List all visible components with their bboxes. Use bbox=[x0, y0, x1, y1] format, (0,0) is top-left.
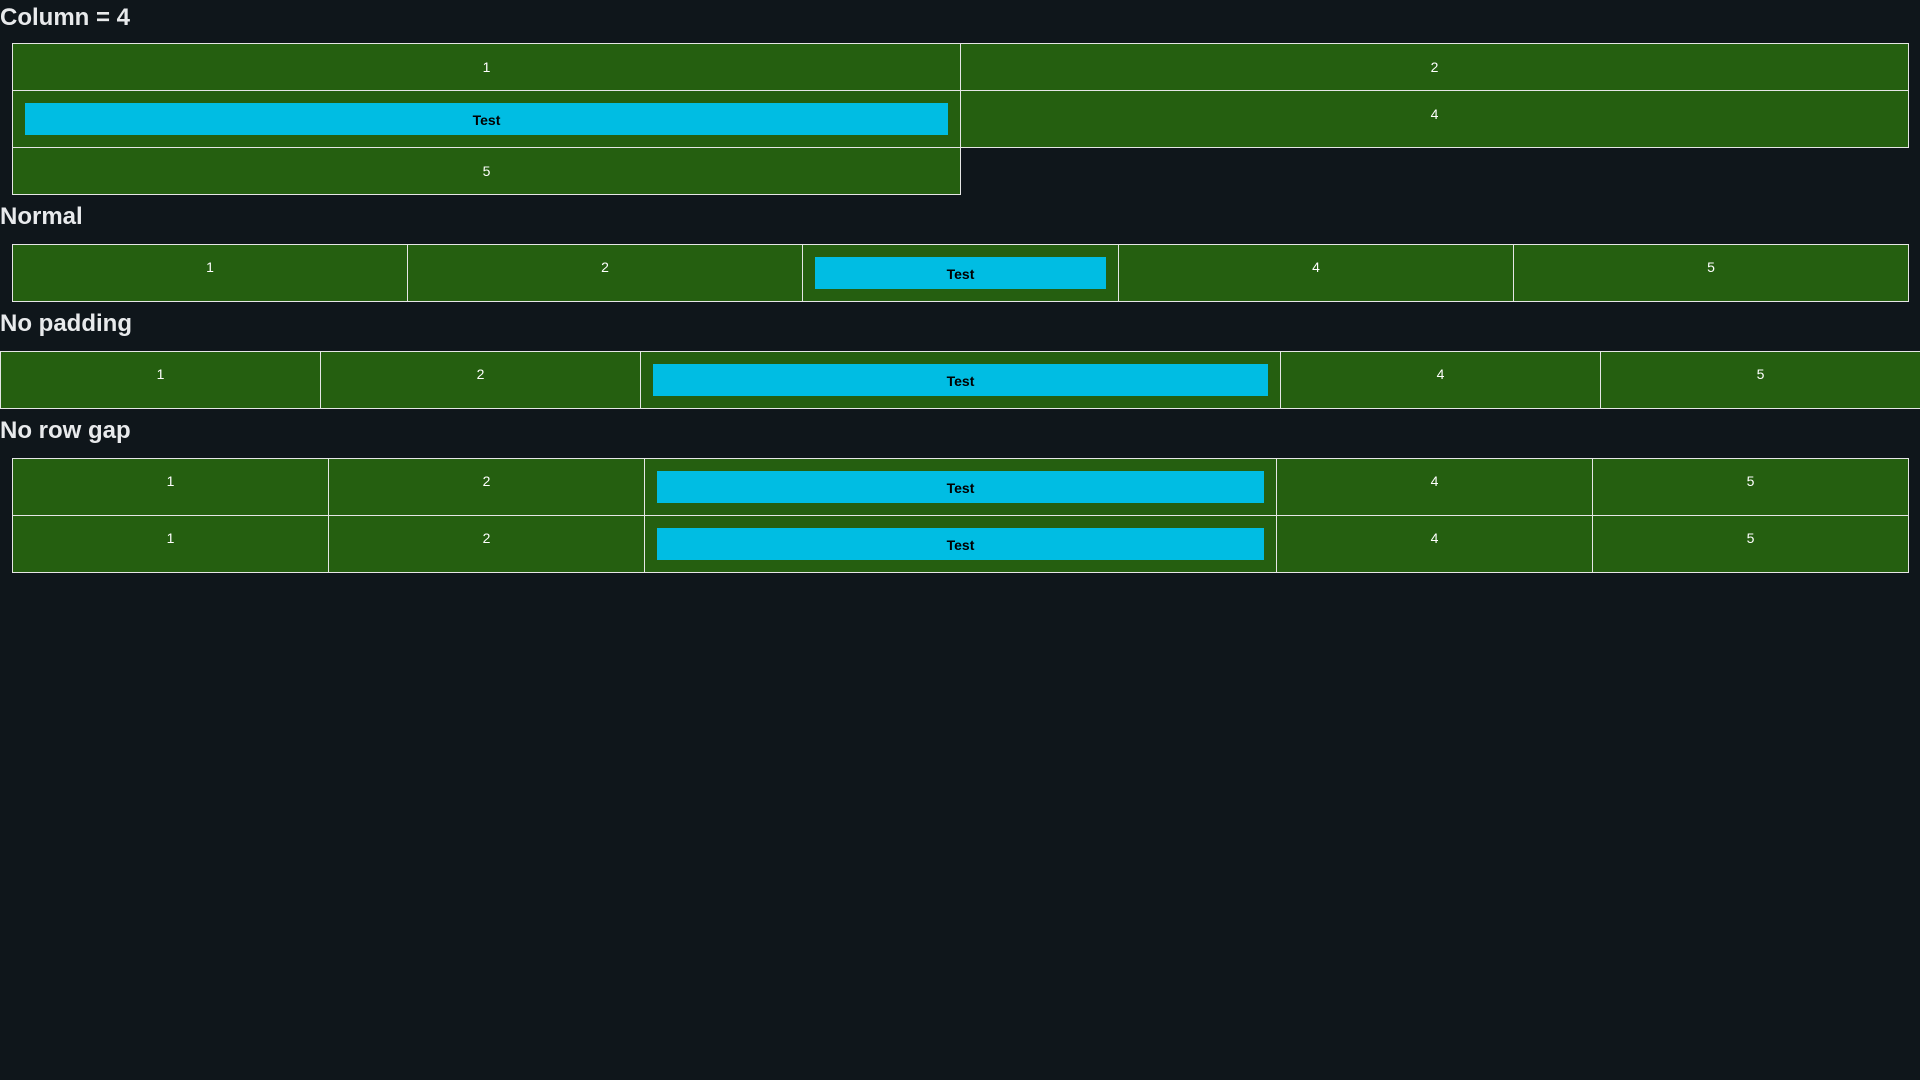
grid-cell: Test bbox=[802, 244, 1119, 302]
grid-column-4: 1 2 Test 4 5 bbox=[12, 43, 1909, 195]
grid-cell: 1 bbox=[12, 515, 329, 573]
grid-cell: 1 bbox=[12, 244, 408, 302]
grid-cell: 2 bbox=[328, 515, 645, 573]
section-title-column-4: Column = 4 bbox=[0, 4, 131, 31]
grid-cell: 1 bbox=[12, 458, 329, 516]
grid-cell: 4 bbox=[960, 90, 1909, 148]
grid-cell: Test bbox=[12, 90, 961, 148]
grid-cell: 2 bbox=[328, 458, 645, 516]
grid-cell: 2 bbox=[407, 244, 803, 302]
test-button[interactable]: Test bbox=[657, 471, 1264, 503]
grid-normal: 1 2 Test 4 5 bbox=[12, 244, 1909, 302]
test-button[interactable]: Test bbox=[653, 364, 1268, 396]
test-button[interactable]: Test bbox=[657, 528, 1264, 560]
grid-cell: 4 bbox=[1276, 458, 1593, 516]
test-button[interactable]: Test bbox=[25, 103, 948, 135]
grid-cell: Test bbox=[644, 515, 1277, 573]
grid-cell: 4 bbox=[1276, 515, 1593, 573]
section-title-no-row-gap: No row gap bbox=[0, 417, 131, 444]
section-title-normal: Normal bbox=[0, 203, 83, 230]
grid-cell: 5 bbox=[1513, 244, 1909, 302]
grid-cell: 5 bbox=[1592, 515, 1909, 573]
grid-cell: 2 bbox=[320, 351, 641, 409]
grid-cell: 5 bbox=[1600, 351, 1920, 409]
grid-no-padding: 1 2 Test 4 5 bbox=[0, 351, 1920, 409]
grid-cell: 1 bbox=[12, 43, 961, 91]
grid-cell: Test bbox=[640, 351, 1281, 409]
grid-cell: 4 bbox=[1280, 351, 1601, 409]
grid-cell: 5 bbox=[1592, 458, 1909, 516]
grid-cell: 5 bbox=[12, 147, 961, 195]
grid-no-row-gap: 1 2 Test 4 5 1 2 Test 4 5 bbox=[12, 458, 1909, 573]
section-title-no-padding: No padding bbox=[0, 310, 132, 337]
grid-cell: Test bbox=[644, 458, 1277, 516]
grid-cell: 4 bbox=[1118, 244, 1514, 302]
grid-cell: 2 bbox=[960, 43, 1909, 91]
grid-cell: 1 bbox=[0, 351, 321, 409]
test-button[interactable]: Test bbox=[815, 257, 1106, 289]
